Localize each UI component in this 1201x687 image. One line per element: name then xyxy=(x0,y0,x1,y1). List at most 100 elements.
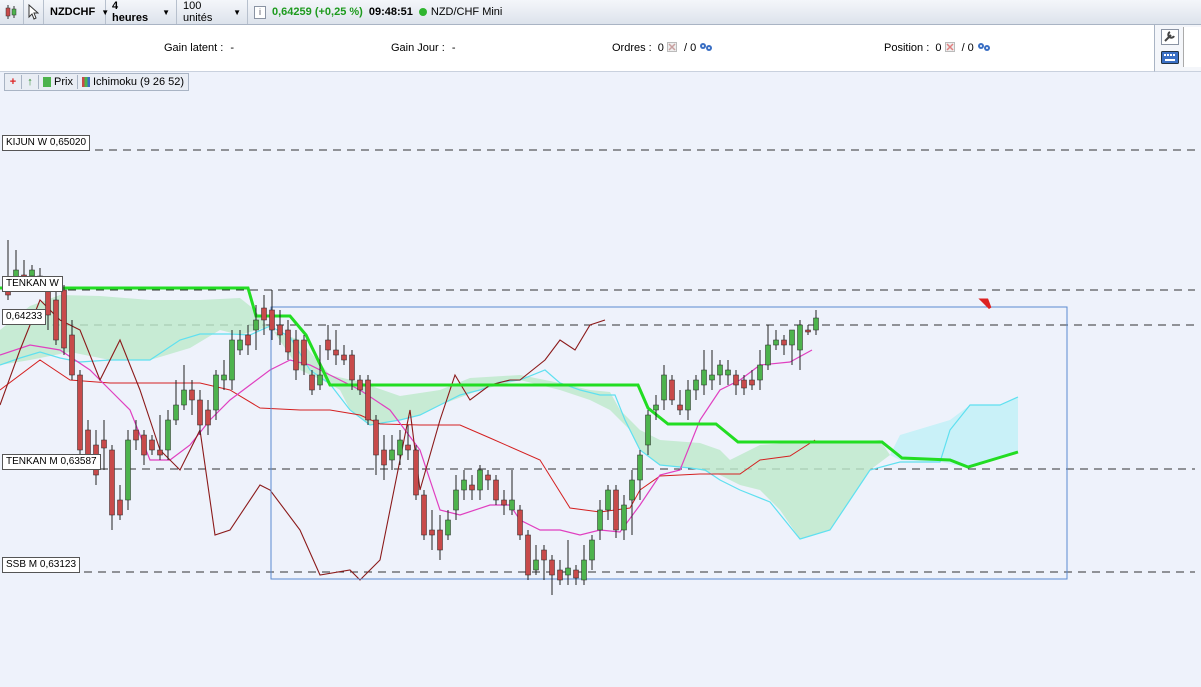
kijun-w-label: KIJUN W 0,65020 xyxy=(2,135,91,151)
info-icon[interactable]: i xyxy=(254,5,266,19)
candle-body xyxy=(397,439,403,456)
legend-ichimoku[interactable]: Ichimoku (9 26 52) xyxy=(78,75,188,89)
ssb-m-label: SSB M 0,63123 xyxy=(2,557,81,573)
quote-area: i 0,64259 (+0,25 %) 09:48:51 NZD/CHF Min… xyxy=(248,0,508,24)
candle-body xyxy=(237,339,243,351)
candle-body xyxy=(597,509,603,531)
candle-body xyxy=(669,379,675,401)
move-up-button[interactable]: ↑ xyxy=(22,75,39,89)
candle-body xyxy=(541,549,547,561)
candlestick-icon xyxy=(5,5,17,19)
candle-body xyxy=(749,379,755,386)
position: Position : 0 / 0 xyxy=(884,42,991,54)
candle-body xyxy=(685,389,691,411)
candle-body xyxy=(157,449,163,456)
quote-time: 09:48:51 xyxy=(368,6,413,18)
quantity-select[interactable]: 100 unités ▼ xyxy=(177,0,248,24)
candle-body xyxy=(117,499,123,516)
chart-legend: + ↑ Prix Ichimoku (9 26 52) xyxy=(4,73,190,91)
gain-jour-label: Gain Jour : xyxy=(391,42,445,54)
candle-body xyxy=(413,449,419,496)
legend-price-label: Prix xyxy=(54,76,73,88)
candle-body xyxy=(165,419,171,451)
ordres-total: / 0 xyxy=(684,42,697,54)
candle-body xyxy=(789,329,795,346)
cancel-icon[interactable] xyxy=(666,42,677,52)
candle-body xyxy=(333,349,339,356)
kumo-green xyxy=(0,295,890,539)
candle-body xyxy=(229,339,235,381)
gear-icon[interactable] xyxy=(977,42,991,52)
candle-body xyxy=(245,334,251,346)
candle-body xyxy=(133,429,139,441)
gain-jour: Gain Jour : - xyxy=(391,42,456,54)
gain-latent-label: Gain latent : xyxy=(164,42,224,54)
chart-type-button[interactable] xyxy=(0,0,24,24)
candle-body xyxy=(325,339,331,351)
wrench-icon[interactable] xyxy=(1161,29,1179,45)
cursor-tool-button[interactable] xyxy=(24,0,44,24)
candle-body xyxy=(701,369,707,386)
candle-body xyxy=(125,439,131,501)
ordres-label: Ordres : xyxy=(612,42,652,54)
candle-body xyxy=(709,374,715,381)
candle-body xyxy=(85,429,91,456)
candle-body xyxy=(405,444,411,451)
candle-body xyxy=(589,539,595,561)
candle-body xyxy=(69,334,75,376)
candle-body xyxy=(549,559,555,576)
chart-canvas[interactable] xyxy=(0,90,1201,684)
candle-body xyxy=(341,354,347,361)
candle-body xyxy=(53,299,59,341)
top-toolbar: NZDCHF ▼ 4 heures ▼ 100 unités ▼ i 0,64259 … xyxy=(0,0,1201,25)
candle-body xyxy=(509,499,515,511)
candle-body xyxy=(253,319,259,331)
tenkan-m-label: TENKAN M 0,63587 xyxy=(2,454,101,470)
candle-body xyxy=(277,324,283,336)
quantity-value: 100 unités xyxy=(183,0,213,24)
senkou-a-line xyxy=(0,325,1019,540)
position-count: 0 xyxy=(935,42,942,54)
candle-body xyxy=(445,519,451,536)
candle-body xyxy=(813,317,819,331)
candle-body xyxy=(213,374,219,411)
candle-body xyxy=(301,339,307,366)
candle-body xyxy=(757,364,763,381)
gear-icon[interactable] xyxy=(699,42,713,52)
candle-body xyxy=(501,499,507,506)
timeframe-select[interactable]: 4 heures ▼ xyxy=(106,0,177,24)
cancel-icon[interactable] xyxy=(944,42,955,52)
add-indicator-button[interactable]: + xyxy=(5,75,22,89)
side-input[interactable] xyxy=(1183,27,1201,67)
timeframe-value: 4 heures xyxy=(112,0,149,24)
candle-body xyxy=(557,569,563,581)
candle-body xyxy=(173,404,179,421)
candle-body xyxy=(197,399,203,426)
candle-body xyxy=(741,379,747,389)
candle-body xyxy=(349,354,355,381)
candle-body xyxy=(661,374,667,401)
candle-body xyxy=(149,439,155,451)
position-label: Position : xyxy=(884,42,930,54)
legend-price[interactable]: Prix xyxy=(39,75,78,89)
symbol-select[interactable]: NZDCHF ▼ xyxy=(44,0,109,24)
candle-body xyxy=(645,414,651,446)
current-price-label: 0,64233 xyxy=(2,309,47,325)
candle-body xyxy=(365,379,371,421)
candle-body xyxy=(773,339,779,346)
candle-body xyxy=(309,374,315,391)
candle-body xyxy=(381,449,387,466)
candle-body xyxy=(181,389,187,406)
candle-body xyxy=(581,559,587,581)
ordres-count: 0 xyxy=(657,42,664,54)
candle-body xyxy=(45,289,51,316)
symbol-value: NZDCHF xyxy=(50,6,96,18)
candle-body xyxy=(61,289,67,349)
candle-body xyxy=(621,504,627,531)
keyboard-icon[interactable] xyxy=(1161,49,1179,65)
candle-body xyxy=(525,534,531,576)
candle-body xyxy=(805,329,811,333)
price-chart[interactable]: KIJUN W 0,65020 TENKAN W 0,64233 TENKAN … xyxy=(0,90,1201,684)
candle-body xyxy=(717,364,723,376)
candle-body xyxy=(453,489,459,511)
